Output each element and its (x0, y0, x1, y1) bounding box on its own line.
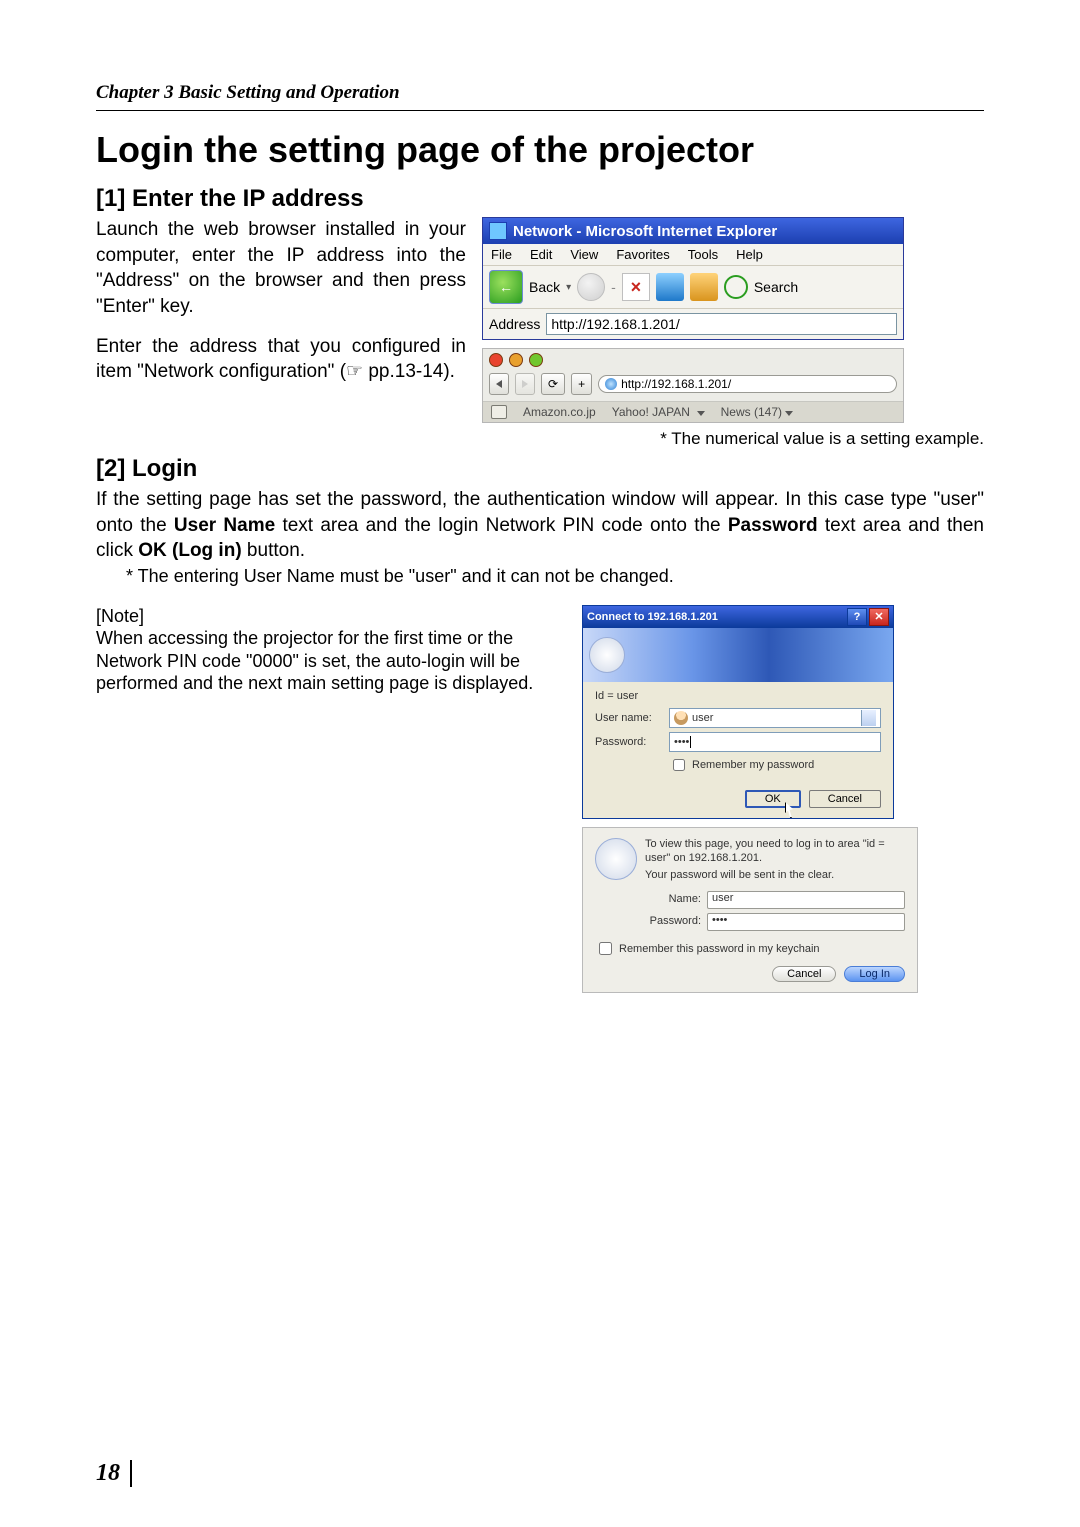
safari-toolbar: ⟳ + http://192.168.1.201/ (483, 371, 903, 402)
auth-pass-label: Password: (595, 736, 661, 748)
ie-title-text: Network - Microsoft Internet Explorer (513, 223, 777, 240)
ie-url-input[interactable] (546, 313, 897, 335)
ie-address-bar: Address (483, 309, 903, 339)
safari-back-icon[interactable] (489, 373, 509, 395)
section2-heading: [2] Login (96, 455, 984, 483)
forward-icon[interactable] (577, 273, 605, 301)
mac-remember-checkbox[interactable] (599, 942, 612, 955)
safari-traffic-lights (483, 349, 903, 371)
ie-menu-help[interactable]: Help (736, 247, 763, 262)
safari-reload-icon[interactable]: ⟳ (541, 373, 565, 395)
ie-menu-favorites[interactable]: Favorites (616, 247, 669, 262)
safari-url-field[interactable]: http://192.168.1.201/ (598, 375, 897, 393)
mac-auth-line2: Your password will be sent in the clear. (645, 869, 905, 883)
home-icon[interactable] (690, 273, 718, 301)
mac-remember-row[interactable]: Remember this password in my keychain (595, 939, 905, 958)
page-title: Login the setting page of the projector (96, 129, 984, 171)
mac-keys-icon (595, 838, 637, 880)
footnote: * The numerical value is a setting examp… (96, 429, 984, 449)
ie-browser-illustration: Network - Microsoft Internet Explorer Fi… (482, 217, 904, 340)
ie-titlebar: Network - Microsoft Internet Explorer (483, 218, 903, 244)
ie-search-label: Search (754, 279, 798, 295)
section1-heading: [1] Enter the IP address (96, 185, 984, 213)
auth-remember-row[interactable]: Remember my password (669, 756, 881, 774)
mac-pass-label: Password: (645, 915, 701, 929)
address-label: Address (489, 316, 540, 332)
auth-cancel-button[interactable]: Cancel (809, 790, 881, 808)
bookmarks-icon[interactable] (491, 405, 507, 419)
auth-user-label: User name: (595, 712, 661, 724)
auth-titlebar: Connect to 192.168.1.201 ? ✕ (583, 606, 893, 628)
zoom-dot-icon[interactable] (529, 353, 543, 367)
auth-user-input[interactable]: user (669, 708, 881, 728)
stop-icon[interactable]: × (622, 273, 650, 301)
close-dot-icon[interactable] (489, 353, 503, 367)
ie-menu-edit[interactable]: Edit (530, 247, 552, 262)
auth-ok-button[interactable]: OK (745, 790, 801, 808)
auth-remember-label: Remember my password (692, 759, 814, 771)
safari-add-icon[interactable]: + (571, 373, 592, 395)
ie-menu-view[interactable]: View (570, 247, 598, 262)
search-icon[interactable] (724, 275, 748, 299)
mac-auth-line1: To view this page, you need to log in to… (645, 838, 905, 866)
refresh-icon[interactable] (656, 273, 684, 301)
auth-id-line: Id = user (595, 690, 881, 702)
note-header: [Note] (96, 605, 566, 628)
auth-title-text: Connect to 192.168.1.201 (587, 611, 718, 623)
keys-icon (589, 637, 625, 673)
safari-forward-icon[interactable] (515, 373, 535, 395)
mac-name-label: Name: (645, 893, 701, 907)
minimize-dot-icon[interactable] (509, 353, 523, 367)
mac-login-button[interactable]: Log In (844, 966, 905, 982)
note-block: [Note] When accessing the projector for … (96, 605, 566, 993)
ie-menu-file[interactable]: File (491, 247, 512, 262)
globe-icon (605, 378, 617, 390)
ie-back-label: Back (529, 279, 560, 295)
section2-note: * The entering User Name must be "user" … (126, 566, 984, 587)
ie-menubar: File Edit View Favorites Tools Help (483, 244, 903, 266)
mac-remember-label: Remember this password in my keychain (619, 943, 820, 955)
ie-toolbar: ← Back ▾ - × Search (483, 266, 903, 309)
ie-app-icon (489, 222, 507, 240)
page-number: 18 (96, 1460, 132, 1487)
section1-p1: Launch the web browser installed in your… (96, 217, 466, 320)
safari-bookmarks-bar: Amazon.co.jp Yahoo! JAPAN News (147) (483, 402, 903, 422)
auth-pass-input[interactable]: •••• (669, 732, 881, 752)
section2-body: If the setting page has set the password… (96, 487, 984, 564)
mac-name-input[interactable]: user (707, 891, 905, 909)
chapter-header: Chapter 3 Basic Setting and Operation (96, 82, 984, 111)
safari-url-text: http://192.168.1.201/ (621, 377, 731, 391)
section1-p2: Enter the address that you configured in… (96, 334, 466, 385)
mac-auth-dialog: To view this page, you need to log in to… (582, 827, 918, 993)
auth-remember-checkbox[interactable] (673, 759, 685, 771)
person-icon (674, 711, 688, 725)
note-body: When accessing the projector for the fir… (96, 627, 566, 695)
mac-cancel-button[interactable]: Cancel (772, 966, 836, 982)
mac-pass-input[interactable]: •••• (707, 913, 905, 931)
safari-bm-yahoo[interactable]: Yahoo! JAPAN (612, 405, 705, 419)
ie-menu-tools[interactable]: Tools (688, 247, 718, 262)
safari-bm-news[interactable]: News (147) (721, 405, 794, 419)
close-icon[interactable]: ✕ (869, 608, 889, 626)
help-icon[interactable]: ? (847, 608, 867, 626)
safari-browser-illustration: ⟳ + http://192.168.1.201/ Amazon.co.jp Y… (482, 348, 904, 423)
windows-auth-dialog: Connect to 192.168.1.201 ? ✕ Id = user U… (582, 605, 894, 819)
section1-text: Launch the web browser installed in your… (96, 217, 466, 423)
back-icon[interactable]: ← (489, 270, 523, 304)
auth-banner (583, 628, 893, 682)
safari-bm-amazon[interactable]: Amazon.co.jp (523, 405, 596, 419)
